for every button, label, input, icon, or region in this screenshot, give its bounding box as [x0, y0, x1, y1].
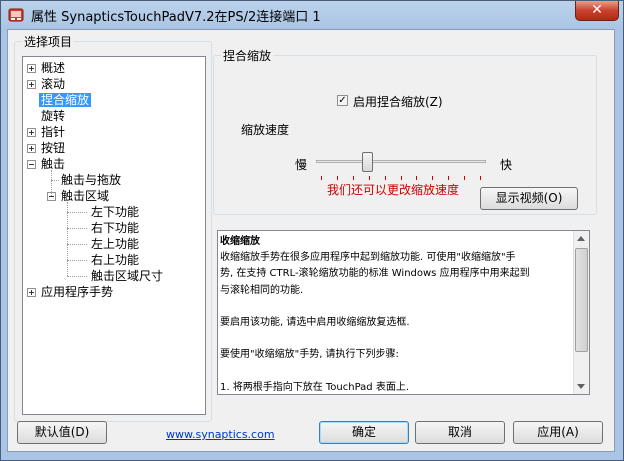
- slider-tick: [336, 176, 338, 180]
- close-button[interactable]: ✕: [575, 1, 619, 21]
- tree-item-label: 触击: [41, 157, 66, 171]
- tree-item-label: 右下功能: [91, 221, 140, 235]
- fast-label: 快: [500, 158, 513, 172]
- slider-tick: [400, 176, 402, 180]
- expand-plus-icon[interactable]: [27, 80, 36, 89]
- tree-item-label: 右上功能: [91, 253, 140, 267]
- tree-item-label: 旋转: [41, 109, 66, 123]
- description-box[interactable]: 收缩缩放 收缩缩放手势在很多应用程序中起到缩放功能. 可使用"收缩缩放"手势, …: [217, 230, 590, 395]
- tree-item-label: 左下功能: [91, 205, 140, 219]
- tree-item-label: 指针: [41, 125, 66, 139]
- tree-item[interactable]: 旋转: [39, 108, 67, 124]
- scroll-up-arrow-icon[interactable]: [577, 236, 585, 241]
- tree-item[interactable]: 触击区域尺寸: [89, 268, 165, 284]
- slow-label: 慢: [295, 158, 308, 172]
- slider-tick: [368, 176, 370, 180]
- zoom-speed-slider-thumb[interactable]: [361, 152, 373, 172]
- tree-group-label: 选择项目: [22, 33, 75, 50]
- slider-tick: [448, 176, 450, 180]
- tree-connector: [51, 180, 59, 181]
- collapse-minus-icon[interactable]: [27, 160, 36, 169]
- apply-button[interactable]: 应用(A): [513, 421, 603, 444]
- tree-connector: [67, 244, 87, 245]
- tree-item[interactable]: 触击与拖放: [59, 172, 123, 188]
- title-bar[interactable]: 属性 SynapticsTouchPadV7.2在PS/2连接端口 1 ✕: [1, 1, 623, 29]
- tree-item[interactable]: 左下功能: [89, 204, 141, 220]
- tree-item-label: 触击区域尺寸: [91, 269, 164, 283]
- description-line: 要启用该功能, 请选中启用收缩缩放复选框.: [220, 317, 410, 329]
- expand-plus-icon[interactable]: [27, 144, 36, 153]
- tree-item[interactable]: 应用程序手势: [39, 284, 115, 300]
- synaptics-link[interactable]: www.synaptics.com: [166, 428, 275, 441]
- scroll-down-arrow-icon[interactable]: [577, 384, 585, 389]
- tree-item[interactable]: 捏合缩放: [39, 92, 92, 108]
- slider-tick: [416, 176, 418, 180]
- description-scrollbar[interactable]: [573, 231, 589, 394]
- tree-connector: [67, 202, 68, 276]
- tree-connector: [67, 228, 87, 229]
- tree-item[interactable]: 概述: [39, 60, 67, 76]
- tree-connector: [67, 212, 87, 213]
- description-line: 要使用"收缩缩放"手势, 请执行下列步骤:: [220, 349, 399, 361]
- expand-plus-icon[interactable]: [27, 64, 36, 73]
- description-line: 收缩缩放手势在很多应用程序中起到缩放功能. 可使用"收缩缩放"手: [220, 252, 516, 264]
- enable-pinch-zoom-label[interactable]: 启用捏合缩放(Z): [353, 93, 443, 110]
- slider-tick: [384, 176, 386, 180]
- check-mark-icon: ✓: [338, 95, 347, 106]
- window-title: 属性 SynapticsTouchPadV7.2在PS/2连接端口 1: [31, 10, 321, 25]
- speed-note: 我们还可以更改缩放速度: [327, 183, 460, 197]
- touchpad-icon: [8, 8, 24, 22]
- zoom-speed-label: 缩放速度: [241, 123, 290, 137]
- slider-tick: [480, 176, 481, 180]
- description-title: 收缩缩放: [220, 236, 260, 247]
- pinch-zoom-group-label: 捏合缩放: [221, 47, 274, 64]
- tree-item[interactable]: 滚动: [39, 76, 67, 92]
- tree-item[interactable]: 按钮: [39, 140, 67, 156]
- slider-tick: [321, 176, 322, 180]
- tree-item[interactable]: 指针: [39, 124, 67, 140]
- description-text: 收缩缩放 收缩缩放手势在很多应用程序中起到缩放功能. 可使用"收缩缩放"手势, …: [220, 234, 572, 394]
- settings-tree[interactable]: 概述滚动捏合缩放旋转指针按钮触击触击与拖放触击区域左下功能右下功能左上功能右上功…: [22, 56, 206, 415]
- tree-connector: [67, 260, 87, 261]
- ok-button[interactable]: 确定: [319, 421, 409, 444]
- zoom-speed-slider-track[interactable]: [316, 160, 486, 163]
- tree-item[interactable]: 右上功能: [89, 252, 141, 268]
- description-line: 1. 将两根手指向下放在 TouchPad 表面上.: [220, 381, 410, 393]
- scroll-thumb[interactable]: [575, 248, 588, 352]
- slider-tick: [432, 176, 434, 180]
- expand-plus-icon[interactable]: [27, 288, 36, 297]
- show-video-button[interactable]: 显示视频(O): [480, 187, 578, 210]
- tree-connector: [51, 170, 52, 196]
- slider-tick: [464, 176, 466, 180]
- tree-item-label: 触击区域: [61, 189, 110, 203]
- description-line: 与滚轮相同的功能.: [220, 284, 304, 296]
- expand-plus-icon[interactable]: [27, 128, 36, 137]
- tree-connector: [67, 276, 87, 277]
- description-line: [220, 299, 572, 315]
- tree-item[interactable]: 右下功能: [89, 220, 141, 236]
- tree-item-label: 左上功能: [91, 237, 140, 251]
- description-line: [220, 364, 572, 380]
- tree-item-label: 滚动: [41, 77, 66, 91]
- description-line: 势, 在支持 CTRL-滚轮缩放功能的标准 Windows 应用程序中用来起到: [220, 268, 530, 280]
- cancel-button[interactable]: 取消: [415, 421, 505, 444]
- tree-item[interactable]: 左上功能: [89, 236, 141, 252]
- description-line: [220, 331, 572, 347]
- tree-item-label: 按钮: [41, 141, 66, 155]
- tree-item-label: 触击与拖放: [61, 173, 122, 187]
- defaults-button[interactable]: 默认值(D): [17, 421, 107, 444]
- tree-item-label: 应用程序手势: [41, 285, 114, 299]
- tree-item-label: 捏合缩放: [39, 93, 92, 107]
- tree-item-label: 概述: [41, 61, 66, 75]
- enable-pinch-zoom-checkbox[interactable]: ✓: [337, 95, 348, 106]
- slider-tick: [352, 176, 354, 180]
- tree-item[interactable]: 触击: [39, 156, 67, 172]
